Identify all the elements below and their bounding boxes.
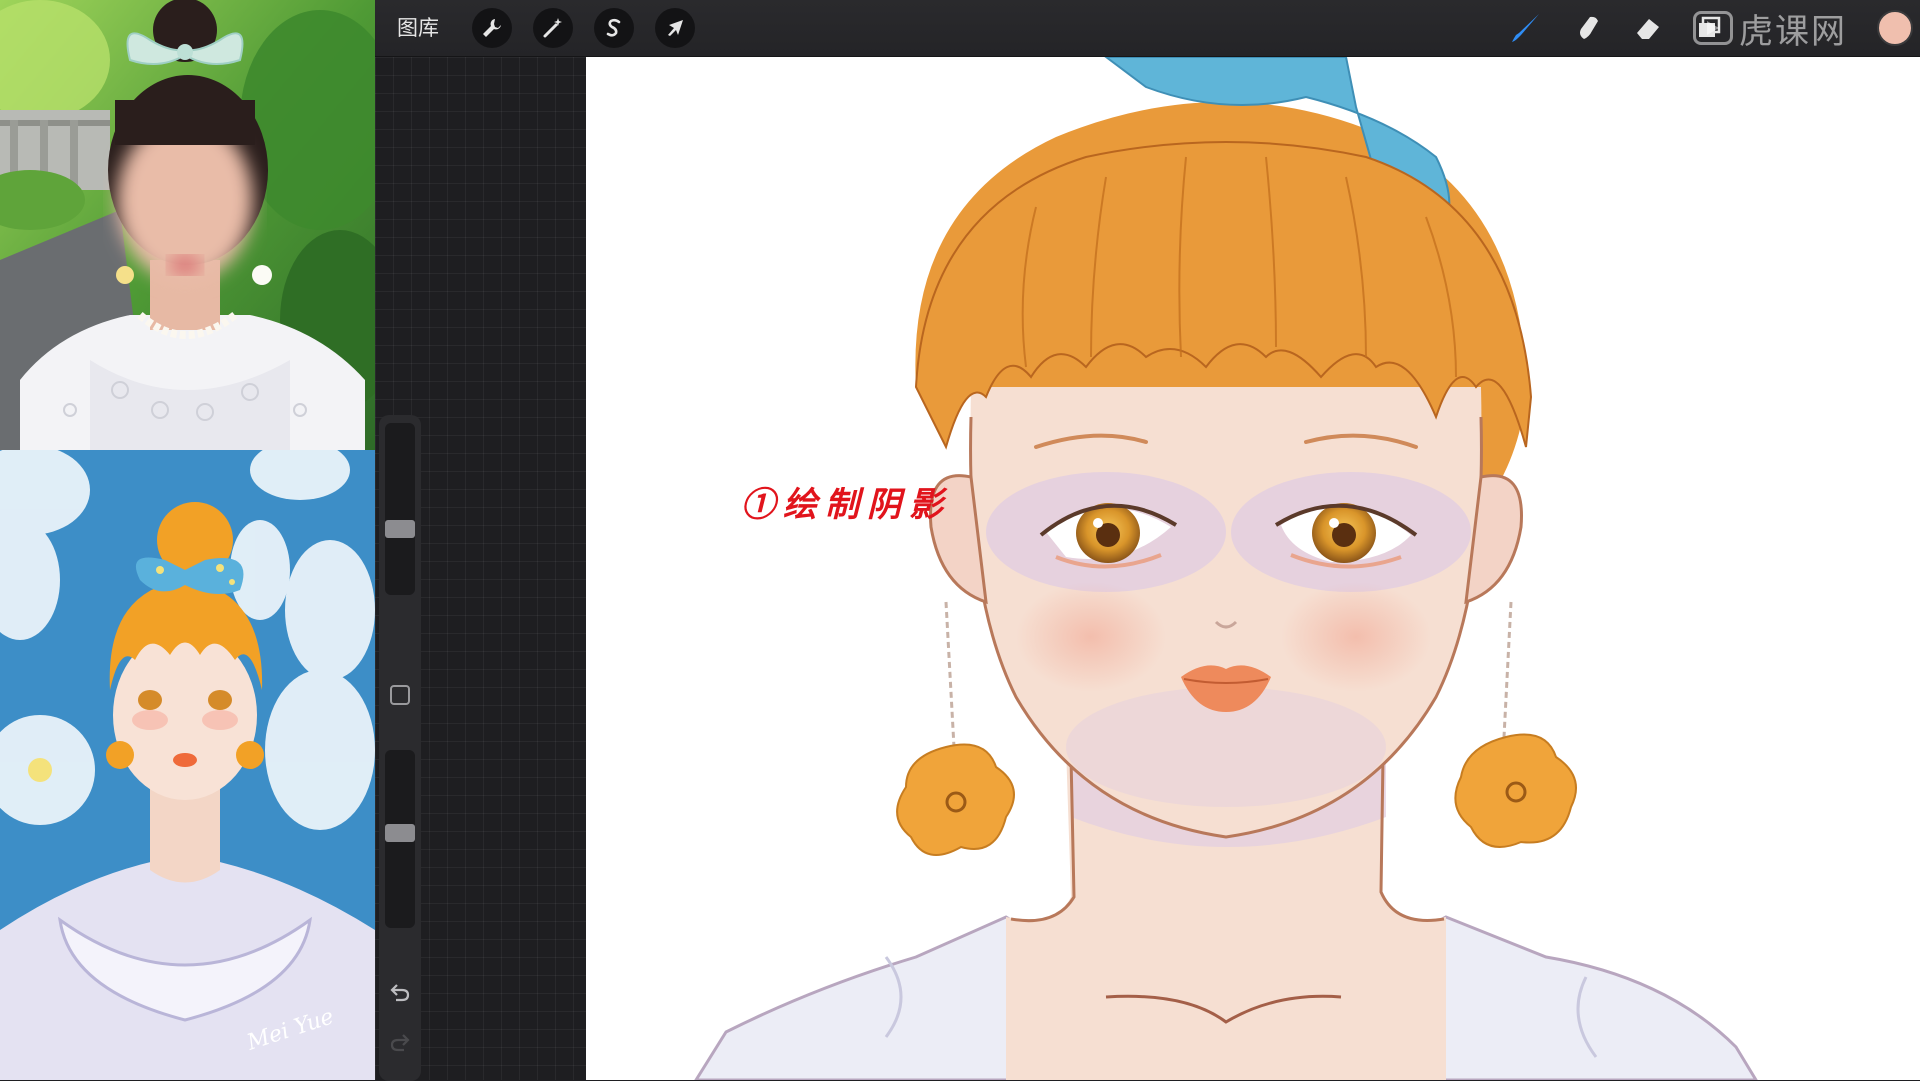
redo-arrow-icon bbox=[390, 1034, 410, 1052]
modify-button[interactable] bbox=[390, 685, 410, 705]
reference-photo bbox=[0, 0, 375, 450]
reference-column: Mei Yue bbox=[0, 0, 375, 1080]
adjustments-button[interactable] bbox=[533, 8, 573, 48]
brush-button[interactable] bbox=[1506, 8, 1546, 48]
magic-wand-icon bbox=[543, 18, 562, 38]
brush-opacity-thumb[interactable] bbox=[385, 824, 415, 842]
layers-icon bbox=[1699, 16, 1721, 37]
eraser-button[interactable] bbox=[1628, 8, 1668, 48]
color-swatch-button[interactable] bbox=[1877, 10, 1913, 46]
left-sidebar bbox=[379, 415, 421, 1081]
selection-s-icon bbox=[606, 18, 621, 37]
brush-size-slider[interactable] bbox=[385, 423, 415, 595]
gallery-button[interactable]: 图库 bbox=[397, 14, 439, 42]
layers-button[interactable] bbox=[1689, 8, 1729, 48]
brush-opacity-slider[interactable] bbox=[385, 750, 415, 928]
reference-illustration: Mei Yue bbox=[0, 450, 375, 1080]
brush-icon bbox=[1512, 14, 1539, 42]
smudge-icon bbox=[1580, 16, 1598, 39]
actions-button[interactable] bbox=[472, 8, 512, 48]
wrench-icon bbox=[483, 19, 501, 37]
annotation-text: ①绘制阴影 bbox=[741, 485, 951, 525]
brush-size-thumb[interactable] bbox=[385, 520, 415, 538]
eraser-icon bbox=[1637, 19, 1659, 39]
procreate-app: 图库 虎课网 ①绘制阴影 bbox=[375, 0, 1920, 1081]
transform-button[interactable] bbox=[655, 8, 695, 48]
selection-button[interactable] bbox=[594, 8, 634, 48]
drawing-canvas[interactable]: ①绘制阴影 bbox=[586, 57, 1920, 1080]
workspace-background bbox=[375, 57, 586, 1081]
arrow-cursor-icon bbox=[668, 20, 683, 36]
canvas-artwork bbox=[694, 57, 1758, 1080]
redo-button[interactable] bbox=[388, 1030, 412, 1054]
smudge-button[interactable] bbox=[1567, 8, 1607, 48]
undo-button[interactable] bbox=[388, 980, 412, 1004]
watermark-text: 虎课网 bbox=[1739, 11, 1847, 52]
undo-arrow-icon bbox=[390, 984, 410, 1002]
top-toolbar: 图库 虎课网 bbox=[375, 0, 1920, 57]
